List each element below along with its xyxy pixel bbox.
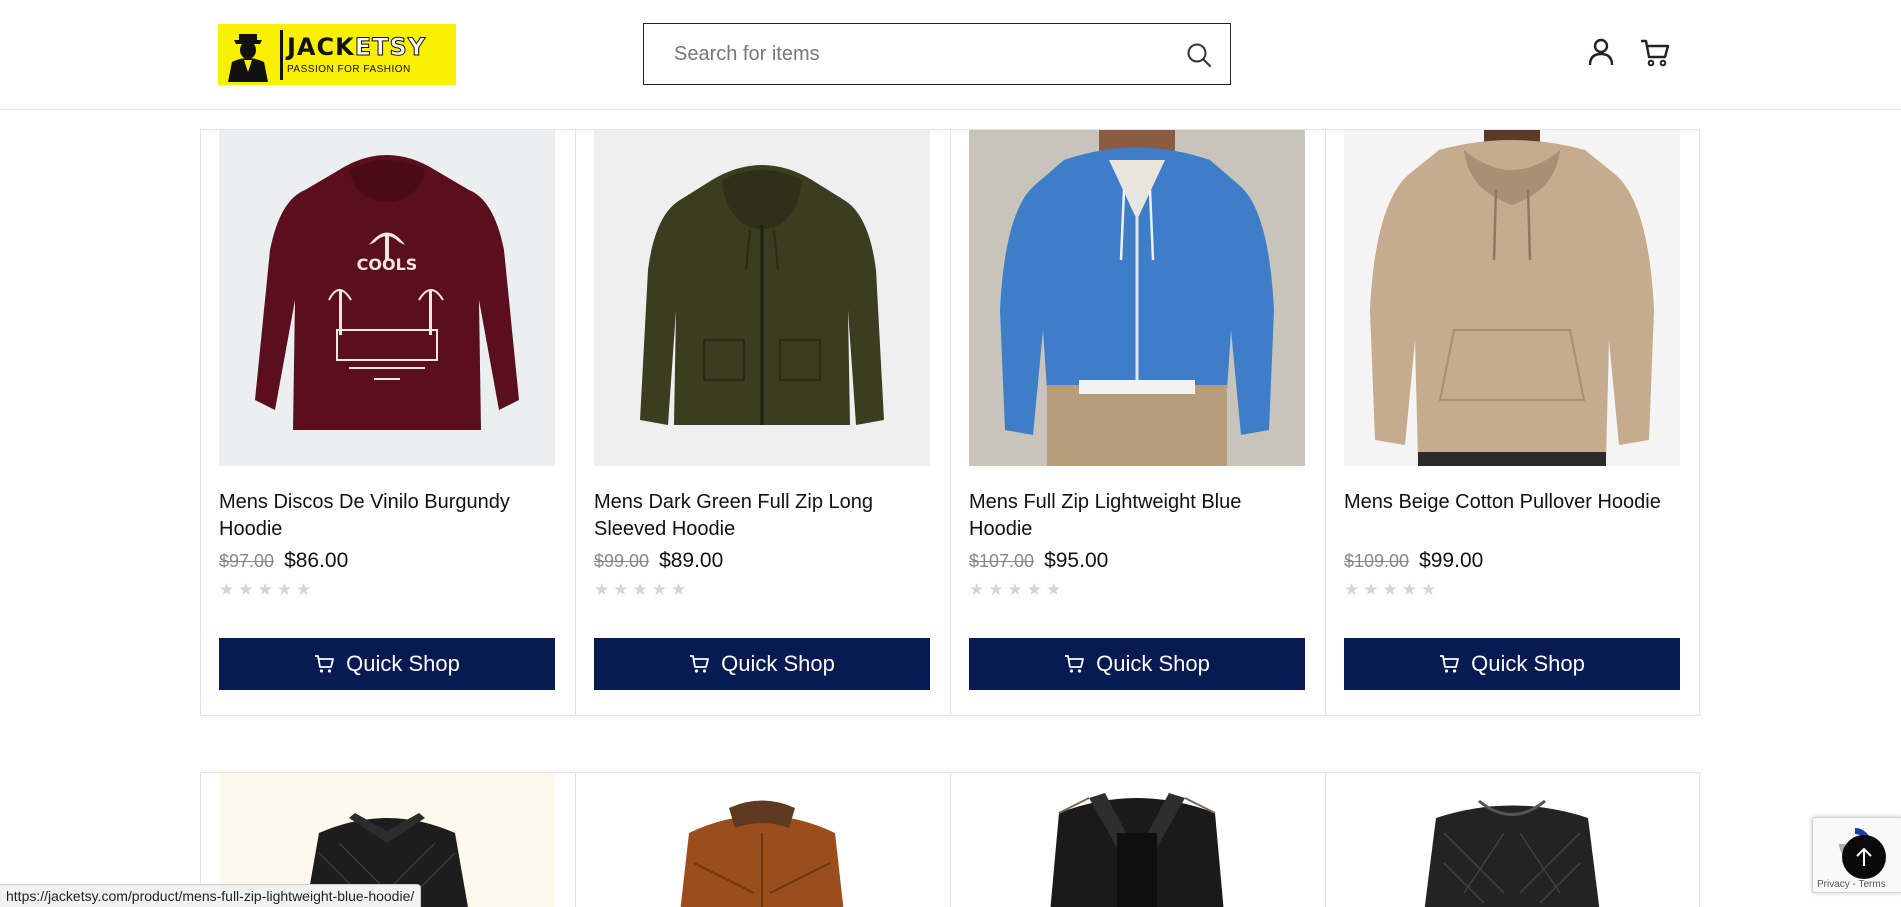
star-icon: ★ [238, 580, 254, 600]
product-image-brown-leather-vest[interactable] [594, 773, 930, 907]
product-title[interactable]: Mens Dark Green Full Zip Long Sleeved Ho… [594, 489, 930, 543]
price-row: $99.00 $89.00 [594, 549, 723, 573]
logo-name-etsy: ETSY [354, 33, 427, 61]
product-image-burgundy-hoodie[interactable]: COOLS [219, 130, 555, 466]
star-icon: ★ [1026, 580, 1042, 600]
quick-shop-label: Quick Shop [1471, 651, 1585, 676]
product-card: COOLS Mens Discos De Vinilo Burgundy Hoo… [200, 129, 575, 716]
original-price: $109.00 [1344, 551, 1410, 571]
sale-price: $95.00 [1044, 549, 1109, 572]
price-row: $107.00 $95.00 [969, 549, 1108, 573]
user-icon[interactable] [1588, 38, 1614, 66]
star-icon: ★ [219, 580, 235, 600]
star-icon: ★ [296, 580, 312, 600]
quick-shop-label: Quick Shop [721, 651, 835, 676]
product-card [950, 772, 1325, 907]
product-title[interactable]: Mens Discos De Vinilo Burgundy Hoodie [219, 489, 555, 543]
product-image-beige-hoodie[interactable] [1344, 130, 1680, 466]
star-icon: ★ [1046, 580, 1062, 600]
product-image-black-leather-vest[interactable] [969, 773, 1305, 907]
product-grid: COOLS Mens Discos De Vinilo Burgundy Hoo… [200, 129, 1700, 716]
star-icon: ★ [613, 580, 629, 600]
product-image-blue-hoodie[interactable] [969, 130, 1305, 466]
star-icon: ★ [988, 580, 1004, 600]
logo-tagline: PASSION FOR FASHION [287, 64, 411, 75]
product-card: Mens Dark Green Full Zip Long Sleeved Ho… [575, 129, 950, 716]
site-header: JACKETSY PASSION FOR FASHION [0, 0, 1901, 110]
quick-shop-label: Quick Shop [1096, 651, 1210, 676]
star-icon: ★ [1421, 580, 1437, 600]
logo-divider [280, 29, 283, 80]
star-icon: ★ [1344, 580, 1360, 600]
star-icon: ★ [276, 580, 292, 600]
star-icon: ★ [257, 580, 273, 600]
price-row: $109.00 $99.00 [1344, 549, 1483, 573]
star-icon: ★ [671, 580, 687, 600]
product-title[interactable]: Mens Full Zip Lightweight Blue Hoodie [969, 489, 1305, 543]
original-price: $99.00 [594, 551, 650, 571]
logo-name-jack: JACK [287, 33, 355, 61]
recaptcha-privacy-terms[interactable]: Privacy - Terms [1817, 879, 1886, 890]
cart-icon [1440, 655, 1460, 673]
product-card [1325, 772, 1700, 907]
cart-icon [315, 655, 335, 673]
original-price: $97.00 [219, 551, 275, 571]
cart-icon [1065, 655, 1085, 673]
logo-text: JACKETSY PASSION FOR FASHION [287, 33, 427, 76]
product-card [575, 772, 950, 907]
quick-shop-label: Quick Shop [346, 651, 460, 676]
star-icon: ★ [651, 580, 667, 600]
rating-stars: ★ ★ ★ ★ ★ [594, 582, 686, 599]
sale-price: $86.00 [284, 549, 349, 572]
cart-icon[interactable] [1640, 38, 1670, 68]
search-box[interactable] [643, 23, 1231, 85]
rating-stars: ★ ★ ★ ★ ★ [969, 582, 1061, 599]
sale-price: $99.00 [1419, 549, 1484, 572]
cart-icon [690, 655, 710, 673]
quick-shop-button[interactable]: Quick Shop [219, 638, 555, 690]
quick-shop-button[interactable]: Quick Shop [969, 638, 1305, 690]
site-logo[interactable]: JACKETSY PASSION FOR FASHION [218, 24, 456, 85]
product-card: Mens Full Zip Lightweight Blue Hoodie $1… [950, 129, 1325, 716]
quick-shop-button[interactable]: Quick Shop [594, 638, 930, 690]
sale-price: $89.00 [659, 549, 724, 572]
product-title[interactable]: Mens Beige Cotton Pullover Hoodie [1344, 489, 1680, 516]
status-bar-url: https://jacketsy.com/product/mens-full-z… [0, 884, 422, 907]
logo-figure-icon [218, 24, 278, 85]
rating-stars: ★ ★ ★ ★ ★ [1344, 582, 1436, 599]
arrow-up-icon [1856, 847, 1872, 866]
search-icon[interactable] [1186, 42, 1212, 68]
star-icon: ★ [594, 580, 610, 600]
quick-shop-button[interactable]: Quick Shop [1344, 638, 1680, 690]
price-row: $97.00 $86.00 [219, 549, 348, 573]
original-price: $107.00 [969, 551, 1035, 571]
product-card: Mens Beige Cotton Pullover Hoodie $109.0… [1325, 129, 1700, 716]
star-icon: ★ [1363, 580, 1379, 600]
star-icon: ★ [1401, 580, 1417, 600]
star-icon: ★ [1382, 580, 1398, 600]
logo-name: JACKETSY [287, 33, 427, 61]
search-input[interactable] [674, 24, 1154, 84]
star-icon: ★ [632, 580, 648, 600]
product-grid-row-2 [200, 772, 1700, 907]
star-icon: ★ [1007, 580, 1023, 600]
product-image-quilted-black-vest[interactable] [1344, 773, 1680, 907]
product-image-green-hoodie[interactable] [594, 130, 930, 466]
star-icon: ★ [969, 580, 985, 600]
back-to-top-button[interactable] [1842, 835, 1886, 879]
rating-stars: ★ ★ ★ ★ ★ [219, 582, 311, 599]
